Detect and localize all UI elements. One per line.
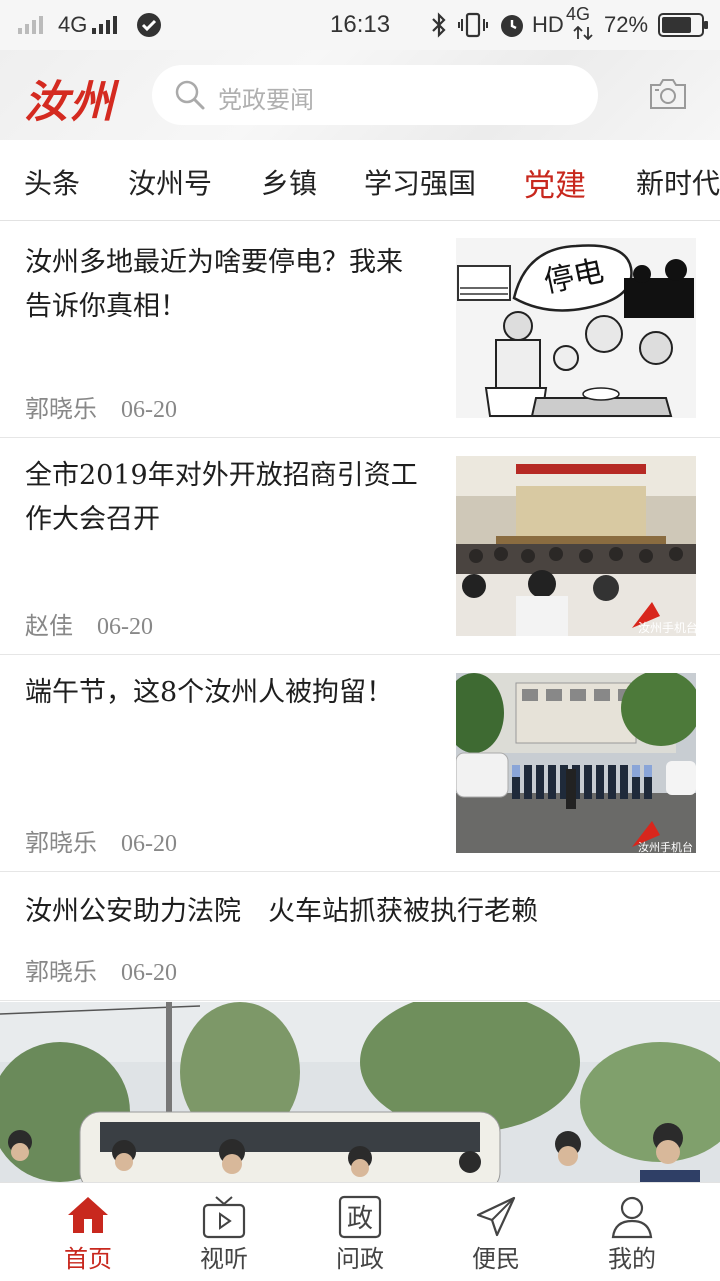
nav-label: 我的: [608, 1245, 656, 1273]
search-placeholder: 党政要闻: [218, 86, 314, 114]
nav-home[interactable]: 首页: [38, 1183, 138, 1281]
article-title: 全市2019年对外开放招商引资工 作大会召开: [25, 460, 418, 535]
article-author: 郭晓乐: [25, 397, 97, 423]
article-item[interactable]: 全市2019年对外开放招商引资工 作大会召开 赵佳 06-20 汝州手机台: [0, 438, 720, 655]
hd-label: HD: [532, 12, 564, 37]
police-lineup-photo: 汝州手机台: [456, 673, 696, 853]
app-header: 汝州 党政要闻: [0, 50, 720, 140]
battery-icon: [658, 13, 708, 37]
app-logo[interactable]: 汝州: [24, 66, 116, 130]
check-circle-icon: [137, 13, 161, 37]
article-date: 06-20: [121, 831, 177, 857]
article-author: 郭晓乐: [25, 831, 97, 857]
article-date: 06-20: [121, 397, 177, 423]
article-meta: 郭晓乐 06-20: [25, 952, 177, 987]
paper-plane-icon: [476, 1196, 516, 1237]
article-title: 端午节，这8个汝州人被拘留！: [25, 677, 394, 708]
article-thumbnail[interactable]: 汝州手机台: [456, 673, 696, 853]
cartoon-illustration: 停电: [456, 238, 696, 418]
outdoor-group-photo: [0, 1002, 720, 1182]
alarm-icon: [501, 15, 523, 37]
article-thumbnail[interactable]: 停电: [456, 238, 696, 418]
nav-video[interactable]: 视听: [174, 1183, 274, 1281]
clock: 16:13: [330, 11, 391, 38]
article-item[interactable]: 端午节，这8个汝州人被拘留！ 郭晓乐 06-20 汝州手机台: [0, 655, 720, 872]
article-date: 06-20: [97, 614, 153, 640]
signal-icon: [18, 16, 43, 34]
bottom-navigation: 首页 视听 政 问政 便民 我的: [0, 1182, 720, 1281]
article-thumbnail[interactable]: 汝州手机台: [456, 456, 696, 636]
watermark: 汝州手机台: [638, 840, 693, 853]
tab-ruzhouhao[interactable]: 汝州号: [128, 162, 212, 202]
bluetooth-icon: [432, 12, 446, 38]
article-item[interactable]: 汝州多地最近为啥要停电？我来 告诉你真相！ 郭晓乐 06-20 停电: [0, 221, 720, 438]
article-meta: 赵佳 06-20: [25, 606, 153, 641]
article-meta: 郭晓乐 06-20: [25, 823, 177, 858]
article-author: 赵佳: [25, 614, 73, 640]
tab-dangjian[interactable]: 党建: [524, 160, 586, 205]
search-bar[interactable]: 党政要闻: [152, 65, 598, 125]
network-type: 4G: [58, 12, 88, 37]
tab-xuexiqiangguo[interactable]: 学习强国: [364, 162, 476, 202]
nav-label: 首页: [64, 1245, 112, 1273]
signal-icon-2: [92, 16, 117, 34]
vibrate-icon: [458, 12, 488, 38]
battery-percent: 72%: [604, 12, 649, 37]
user-icon: [611, 1196, 653, 1239]
article-item[interactable]: 汝州公安助力法院 火车站抓获被执行老赖 郭晓乐 06-20: [0, 872, 720, 1001]
watermark: 汝州手机台: [638, 620, 696, 635]
tab-xiangzhen[interactable]: 乡镇: [261, 162, 317, 202]
nav-label: 问政: [336, 1245, 384, 1273]
article-meta: 郭晓乐 06-20: [25, 389, 177, 424]
nav-wenzheng[interactable]: 政 问政: [310, 1183, 410, 1281]
article-date: 06-20: [121, 960, 177, 986]
camera-icon[interactable]: [648, 77, 688, 111]
data-arrows-icon: [573, 26, 593, 40]
tab-toutiao[interactable]: 头条: [24, 162, 80, 202]
tab-xinshidai[interactable]: 新时代: [636, 162, 720, 202]
status-bar: 4G 16:13 HD 4G 72%: [0, 0, 720, 50]
category-tabs: 头条 汝州号 乡镇 学习强国 党建 新时代: [0, 140, 720, 221]
conference-photo: 汝州手机台: [456, 456, 696, 636]
article-title: 汝州多地最近为啥要停电？我来 告诉你真相！: [25, 247, 403, 322]
nav-label: 视听: [200, 1245, 248, 1273]
nav-label: 便民: [472, 1245, 520, 1273]
home-icon: [68, 1197, 108, 1233]
nav-bianmin[interactable]: 便民: [446, 1183, 546, 1281]
zheng-icon: 政: [338, 1195, 382, 1239]
search-icon: [175, 80, 205, 110]
article-title: 汝州公安助力法院 火车站抓获被执行老赖: [25, 896, 538, 927]
network-type-2: 4G: [566, 4, 591, 24]
svg-text:政: 政: [347, 1204, 373, 1234]
nav-mine[interactable]: 我的: [582, 1183, 682, 1281]
article-author: 郭晓乐: [25, 960, 97, 986]
feature-image[interactable]: [0, 1002, 720, 1182]
tv-icon: [202, 1196, 246, 1239]
